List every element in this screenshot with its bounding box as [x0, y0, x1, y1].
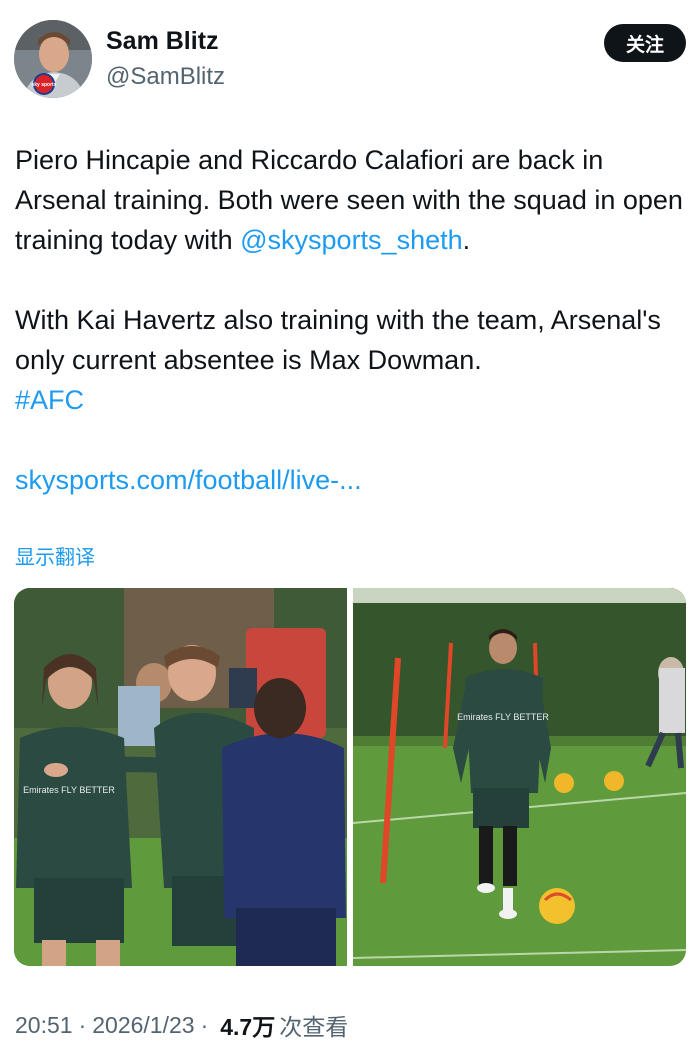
views-label: 次查看	[279, 1015, 349, 1041]
tweet-date[interactable]: 2026/1/23	[92, 1012, 194, 1039]
training-photo-right: Emirates FLY BETTER	[353, 588, 686, 966]
avatar-image: sky sports	[14, 20, 92, 98]
photo-left[interactable]: Emirates FLY BETTER	[14, 588, 347, 966]
tweet-meta: 20:51 · 2026/1/23 · 4.7万 次查看	[15, 1008, 348, 1042]
avatar[interactable]: sky sports	[14, 20, 92, 98]
tweet-text: Piero Hincapie and Riccardo Calafiori ar…	[15, 140, 690, 500]
views-count: 4.7万	[220, 1014, 276, 1040]
tweet-paragraph-2: With Kai Havertz also training with the …	[15, 305, 661, 375]
hashtag-link[interactable]: #AFC	[15, 380, 690, 420]
tweet-paragraph-1: Piero Hincapie and Riccardo Calafiori ar…	[15, 140, 690, 260]
user-handle[interactable]: @SamBlitz	[106, 63, 225, 91]
training-photo-left: Emirates FLY BETTER	[14, 588, 347, 966]
tweet-header: sky sports Sam Blitz @SamBlitz 关注	[14, 20, 686, 100]
meta-separator: ·	[78, 1011, 87, 1038]
display-name[interactable]: Sam Blitz	[106, 27, 219, 56]
tweet-time[interactable]: 20:51	[15, 1012, 73, 1039]
photo-right[interactable]: Emirates FLY BETTER	[353, 588, 686, 966]
show-translation-link[interactable]: 显示翻译	[15, 541, 95, 570]
shirt-text-left: Emirates FLY BETTER	[23, 785, 115, 795]
media-grid: Emirates FLY BETTER Emirates FLY BETTER	[14, 588, 686, 966]
tweet-text-end: .	[462, 225, 471, 255]
avatar-badge: sky sports	[31, 82, 56, 88]
mention-link[interactable]: @skysports_sheth	[240, 225, 463, 255]
url-link[interactable]: skysports.com/football/live-...	[15, 460, 690, 500]
shirt-text-right: Emirates FLY BETTER	[457, 712, 549, 722]
meta-separator: ·	[200, 1011, 209, 1038]
follow-button[interactable]: 关注	[604, 24, 686, 62]
